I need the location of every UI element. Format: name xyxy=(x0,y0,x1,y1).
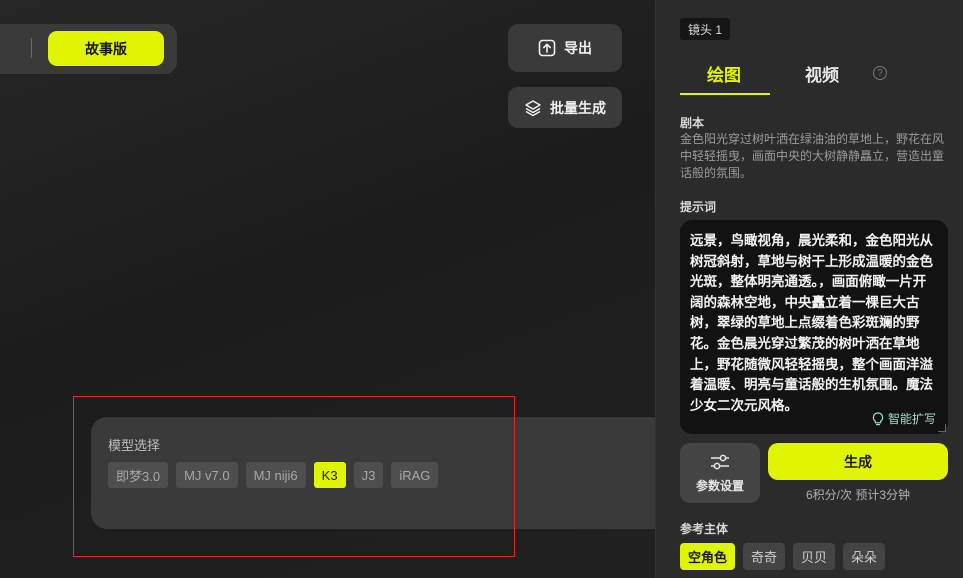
script-label: 剧本 xyxy=(680,116,705,130)
tab-video[interactable]: 视频 xyxy=(805,61,839,86)
prompt-text[interactable]: 远景，鸟瞰视角，晨光柔和，金色阳光从树冠斜射，草地与树干上形成温暖的金色光斑，整… xyxy=(690,231,936,416)
ref-chip-selected[interactable]: 空角色 xyxy=(680,543,736,570)
sliders-icon xyxy=(711,454,729,469)
model-chip[interactable]: J3 xyxy=(353,462,384,488)
model-chip[interactable]: MJ v7.0 xyxy=(176,462,238,488)
properties-sidebar: 镜头 1 绘图 视频 ? 剧本 金色阳光穿过树叶洒在绿油油的草地上，野花在风中轻… xyxy=(655,0,963,578)
prompt-textarea[interactable]: 远景，鸟瞰视角，晨光柔和，金色阳光从树冠斜射，草地与树干上形成温暖的金色光斑，整… xyxy=(680,220,948,434)
model-chip[interactable]: MJ niji6 xyxy=(245,462,306,488)
toggle-divider xyxy=(31,38,32,58)
ref-chip[interactable]: 贝贝 xyxy=(793,543,836,570)
script-text: 金色阳光穿过树叶洒在绿油油的草地上，野花在风中轻轻摇曳，画面中央的大树静静矗立，… xyxy=(680,132,945,180)
smart-expand-label: 智能扩写 xyxy=(887,412,936,426)
export-button[interactable]: 导出 xyxy=(508,24,622,72)
batch-generate-button[interactable]: 批量生成 xyxy=(508,87,622,128)
model-chip-selected[interactable]: K3 xyxy=(313,462,346,488)
cost-estimate: 6积分/次 预计3分钟 xyxy=(805,488,911,502)
export-label: 导出 xyxy=(564,40,592,56)
batch-label: 批量生成 xyxy=(550,99,606,116)
model-selection-panel: 模型选择 即梦3.0 MJ v7.0 MJ niji6 K3 J3 iRAG xyxy=(91,417,655,529)
reference-subject-list: 空角色 奇奇 贝贝 朵朵 xyxy=(680,543,886,570)
param-settings-label: 参数设置 xyxy=(695,478,744,493)
model-chip[interactable]: 即梦3.0 xyxy=(108,462,169,488)
mode-tabs: 绘图 视频 ? xyxy=(680,55,940,97)
generate-button[interactable]: 生成 xyxy=(768,443,948,480)
ref-chip[interactable]: 朵朵 xyxy=(843,543,886,570)
model-chip-list: 即梦3.0 MJ v7.0 MJ niji6 K3 J3 iRAG xyxy=(108,462,439,488)
param-settings-button[interactable]: 参数设置 xyxy=(680,443,760,503)
model-panel-title: 模型选择 xyxy=(108,438,161,453)
reference-subject-label: 参考主体 xyxy=(680,522,729,536)
layers-icon xyxy=(525,99,541,116)
mode-toggle: 故事版 xyxy=(0,24,177,74)
lightbulb-icon xyxy=(872,411,884,425)
storyboard-button[interactable]: 故事版 xyxy=(48,31,164,66)
model-chip[interactable]: iRAG xyxy=(391,462,439,488)
canvas-area: 故事版 导出 批量生成 模型选择 即梦3.0 MJ v7.0 MJ niji6 … xyxy=(0,0,655,578)
tab-draw[interactable]: 绘图 xyxy=(707,61,741,86)
smart-expand-button[interactable]: 智能扩写 xyxy=(872,410,936,427)
help-icon[interactable]: ? xyxy=(873,66,887,80)
resize-handle[interactable] xyxy=(938,424,946,432)
prompt-label: 提示词 xyxy=(680,200,717,214)
active-tab-indicator xyxy=(680,93,770,95)
shot-badge: 镜头 1 xyxy=(680,18,731,40)
upload-icon xyxy=(538,39,556,57)
ref-chip[interactable]: 奇奇 xyxy=(743,543,786,570)
